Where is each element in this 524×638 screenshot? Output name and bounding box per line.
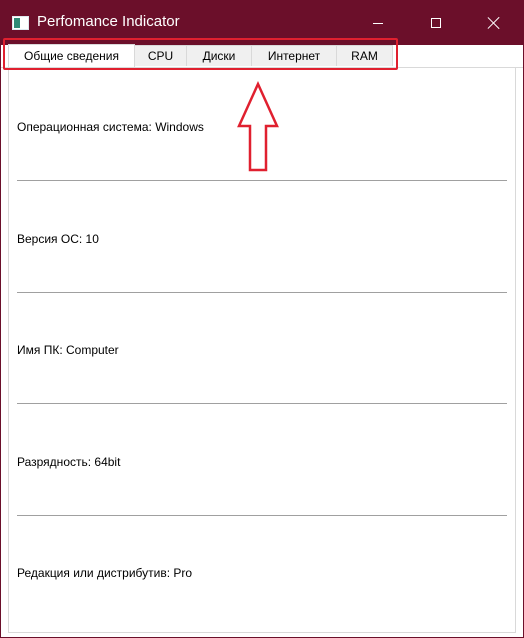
minimize-icon (373, 22, 383, 24)
divider (17, 515, 507, 516)
divider (17, 180, 507, 181)
bitness-text: Разрядность: 64bit (17, 455, 121, 469)
close-button[interactable] (465, 1, 523, 45)
up-arrow-icon (237, 80, 279, 172)
highlight-rectangle (3, 38, 398, 70)
os-info-text: Операционная система: Windows (17, 120, 204, 134)
divider (17, 292, 507, 293)
divider (17, 403, 507, 404)
window-title: Perfomance Indicator (37, 13, 180, 30)
edition-text: Редакция или дистрибутив: Pro (17, 566, 193, 580)
pc-name-text: Имя ПК: Computer (17, 343, 119, 357)
close-icon (487, 16, 501, 30)
maximize-button[interactable] (407, 1, 465, 45)
app-icon (12, 16, 29, 30)
maximize-icon (431, 18, 441, 28)
os-version-text: Версия ОС: 10 (17, 232, 99, 246)
